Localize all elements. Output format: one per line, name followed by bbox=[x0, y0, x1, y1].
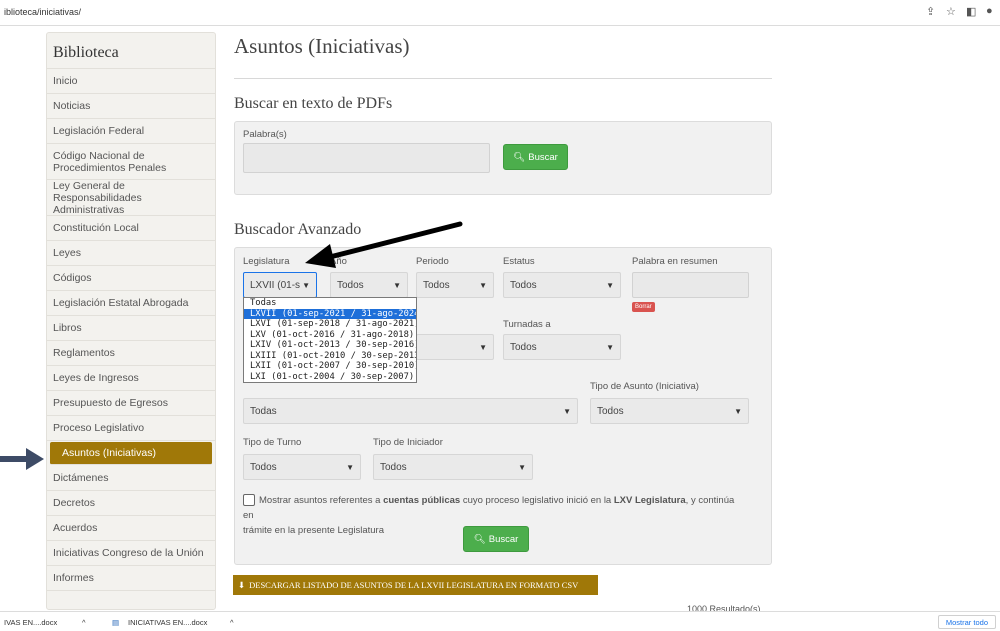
chevron-down-icon: ▼ bbox=[479, 342, 487, 352]
legislatura-option[interactable]: LXV (01-oct-2016 / 31-ago-2018) bbox=[244, 330, 416, 341]
wide-select[interactable]: Todas ▼ bbox=[243, 398, 578, 424]
anio-select[interactable]: Todos ▼ bbox=[330, 272, 408, 298]
sidebar-item-inicio[interactable]: Inicio bbox=[47, 69, 215, 94]
legislatura-option-selected[interactable]: LXVII (01-sep-2021 / 31-ago-2024) bbox=[244, 308, 416, 319]
anio-label: Año bbox=[330, 256, 347, 267]
pdf-search-input[interactable] bbox=[243, 143, 490, 173]
sidebar-item-decretos[interactable]: Decretos bbox=[47, 491, 215, 516]
download-bar: IVAS EN....docx ^ ▤ INICIATIVAS EN....do… bbox=[0, 611, 1000, 631]
chevron-down-icon: ▼ bbox=[302, 280, 310, 290]
word-doc-icon: ▤ bbox=[112, 618, 120, 627]
sidebar-item-libros[interactable]: Libros bbox=[47, 316, 215, 341]
estatus-select[interactable]: Todos ▼ bbox=[503, 272, 621, 298]
chevron-down-icon: ▼ bbox=[734, 406, 742, 416]
chevron-down-icon: ▼ bbox=[393, 280, 401, 290]
turnadas-select[interactable]: Todos ▼ bbox=[503, 334, 621, 360]
page-title: Asuntos (Iniciativas) bbox=[234, 34, 410, 58]
periodo-label: Periodo bbox=[416, 256, 449, 267]
tipo-iniciador-label: Tipo de Iniciador bbox=[373, 437, 443, 448]
pdf-search-title: Buscar en texto de PDFs bbox=[234, 95, 393, 112]
tipo-asunto-label: Tipo de Asunto (Iniciativa) bbox=[590, 381, 699, 392]
sidebar-item-informes[interactable]: Informes bbox=[47, 566, 215, 591]
legislatura-option[interactable]: LXI (01-oct-2004 / 30-sep-2007) bbox=[244, 372, 416, 383]
tipo-turno-label: Tipo de Turno bbox=[243, 437, 302, 448]
show-all-downloads-button[interactable]: Mostrar todo bbox=[937, 615, 996, 629]
tipo-iniciador-select[interactable]: Todos ▼ bbox=[373, 454, 533, 480]
legislatura-option[interactable]: LXII (01-oct-2007 / 30-sep-2010) bbox=[244, 361, 416, 372]
sidebar-icon[interactable]: ◧ bbox=[966, 5, 976, 18]
sidebar-item-legislacion-abrogada[interactable]: Legislación Estatal Abrogada bbox=[47, 291, 215, 316]
share-icon[interactable]: ⇪ bbox=[926, 5, 935, 18]
divider bbox=[234, 78, 772, 79]
sidebar-item-leyes-ingresos[interactable]: Leyes de Ingresos bbox=[47, 366, 215, 391]
legislatura-option[interactable]: LXIV (01-oct-2013 / 30-sep-2016) bbox=[244, 340, 416, 351]
profile-icon[interactable]: ● bbox=[986, 5, 993, 17]
sidebar-item-noticias[interactable]: Noticias bbox=[47, 94, 215, 119]
sidebar-item-presupuesto-egresos[interactable]: Presupuesto de Egresos bbox=[47, 391, 215, 416]
sidebar-item-acuerdos[interactable]: Acuerdos bbox=[47, 516, 215, 541]
browser-toolbar: iblioteca/iniciativas/ ⇪ ☆ ◧ ● bbox=[0, 0, 1000, 26]
pdf-search-button[interactable]: 🔍︎ Buscar bbox=[503, 144, 568, 170]
chevron-down-icon: ▼ bbox=[518, 462, 526, 472]
download-csv-button[interactable]: ⬇ DESCARGAR LISTADO DE ASUNTOS DE LA LXV… bbox=[233, 575, 598, 595]
star-icon[interactable]: ☆ bbox=[946, 5, 956, 18]
legislatura-label: Legislatura bbox=[243, 256, 290, 267]
chevron-down-icon: ▼ bbox=[563, 406, 571, 416]
legislatura-select[interactable]: LXVII (01-s ▼ bbox=[243, 272, 317, 298]
annotation-arrowhead-sidebar bbox=[26, 448, 44, 470]
chevron-up-icon[interactable]: ^ bbox=[82, 618, 86, 627]
sidebar-item-proceso-legislativo[interactable]: Proceso Legislativo bbox=[47, 416, 215, 441]
legislatura-options-list[interactable]: Todas LXVII (01-sep-2021 / 31-ago-2024) … bbox=[243, 297, 417, 383]
borrar-button[interactable]: Borrar bbox=[632, 302, 655, 312]
periodo-select[interactable]: Todos ▼ bbox=[416, 272, 494, 298]
advanced-search-title: Buscador Avanzado bbox=[234, 221, 362, 238]
legislatura-option[interactable]: Todas bbox=[244, 298, 416, 309]
sidebar-item-asuntos[interactable]: Asuntos (Iniciativas) bbox=[50, 442, 212, 465]
palabra-resumen-input[interactable] bbox=[632, 272, 749, 298]
sidebar-item-iniciativas-congreso[interactable]: Iniciativas Congreso de la Unión bbox=[47, 541, 215, 566]
download-item-1[interactable]: IVAS EN....docx bbox=[4, 618, 57, 627]
chevron-down-icon: ▼ bbox=[606, 280, 614, 290]
search-icon: 🔍︎ bbox=[473, 533, 486, 545]
sidebar-item-ley-general[interactable]: Ley General de Responsabilidades Adminis… bbox=[47, 180, 215, 216]
sidebar-item-constitucion-local[interactable]: Constitución Local bbox=[47, 216, 215, 241]
sidebar-item-codigos[interactable]: Códigos bbox=[47, 266, 215, 291]
chevron-up-icon[interactable]: ^ bbox=[230, 618, 234, 627]
palabra-resumen-label: Palabra en resumen bbox=[632, 256, 718, 267]
pdf-search-label: Palabra(s) bbox=[243, 129, 287, 140]
advanced-search-button[interactable]: 🔍︎ Buscar bbox=[463, 526, 529, 552]
download-item-2[interactable]: INICIATIVAS EN....docx bbox=[128, 618, 207, 627]
sidebar-title: Biblioteca bbox=[47, 33, 215, 69]
tipo-turno-select[interactable]: Todos ▼ bbox=[243, 454, 361, 480]
tipo-asunto-select[interactable]: Todos ▼ bbox=[590, 398, 749, 424]
sidebar-item-codigo-nacional[interactable]: Código Nacional de Procedimientos Penale… bbox=[47, 144, 215, 180]
sidebar-item-reglamentos[interactable]: Reglamentos bbox=[47, 341, 215, 366]
search-icon: 🔍︎ bbox=[513, 151, 526, 163]
address-bar[interactable]: iblioteca/iniciativas/ bbox=[4, 7, 81, 17]
legislatura-option[interactable]: LXVI (01-sep-2018 / 31-ago-2021) bbox=[244, 319, 416, 330]
chevron-down-icon: ▼ bbox=[479, 280, 487, 290]
turnadas-label: Turnadas a bbox=[503, 319, 551, 330]
sidebar-item-leyes[interactable]: Leyes bbox=[47, 241, 215, 266]
sidebar-nav: Biblioteca Inicio Noticias Legislación F… bbox=[46, 32, 216, 610]
sidebar-item-dictamenes[interactable]: Dictámenes bbox=[47, 466, 215, 491]
chevron-down-icon: ▼ bbox=[606, 342, 614, 352]
chevron-down-icon: ▼ bbox=[346, 462, 354, 472]
sidebar-item-legislacion-federal[interactable]: Legislación Federal bbox=[47, 119, 215, 144]
hidden-select[interactable]: ▼ bbox=[416, 334, 494, 360]
legislatura-option[interactable]: LXIII (01-oct-2010 / 30-sep-2013) bbox=[244, 351, 416, 362]
estatus-label: Estatus bbox=[503, 256, 535, 267]
download-icon: ⬇ bbox=[238, 579, 246, 590]
